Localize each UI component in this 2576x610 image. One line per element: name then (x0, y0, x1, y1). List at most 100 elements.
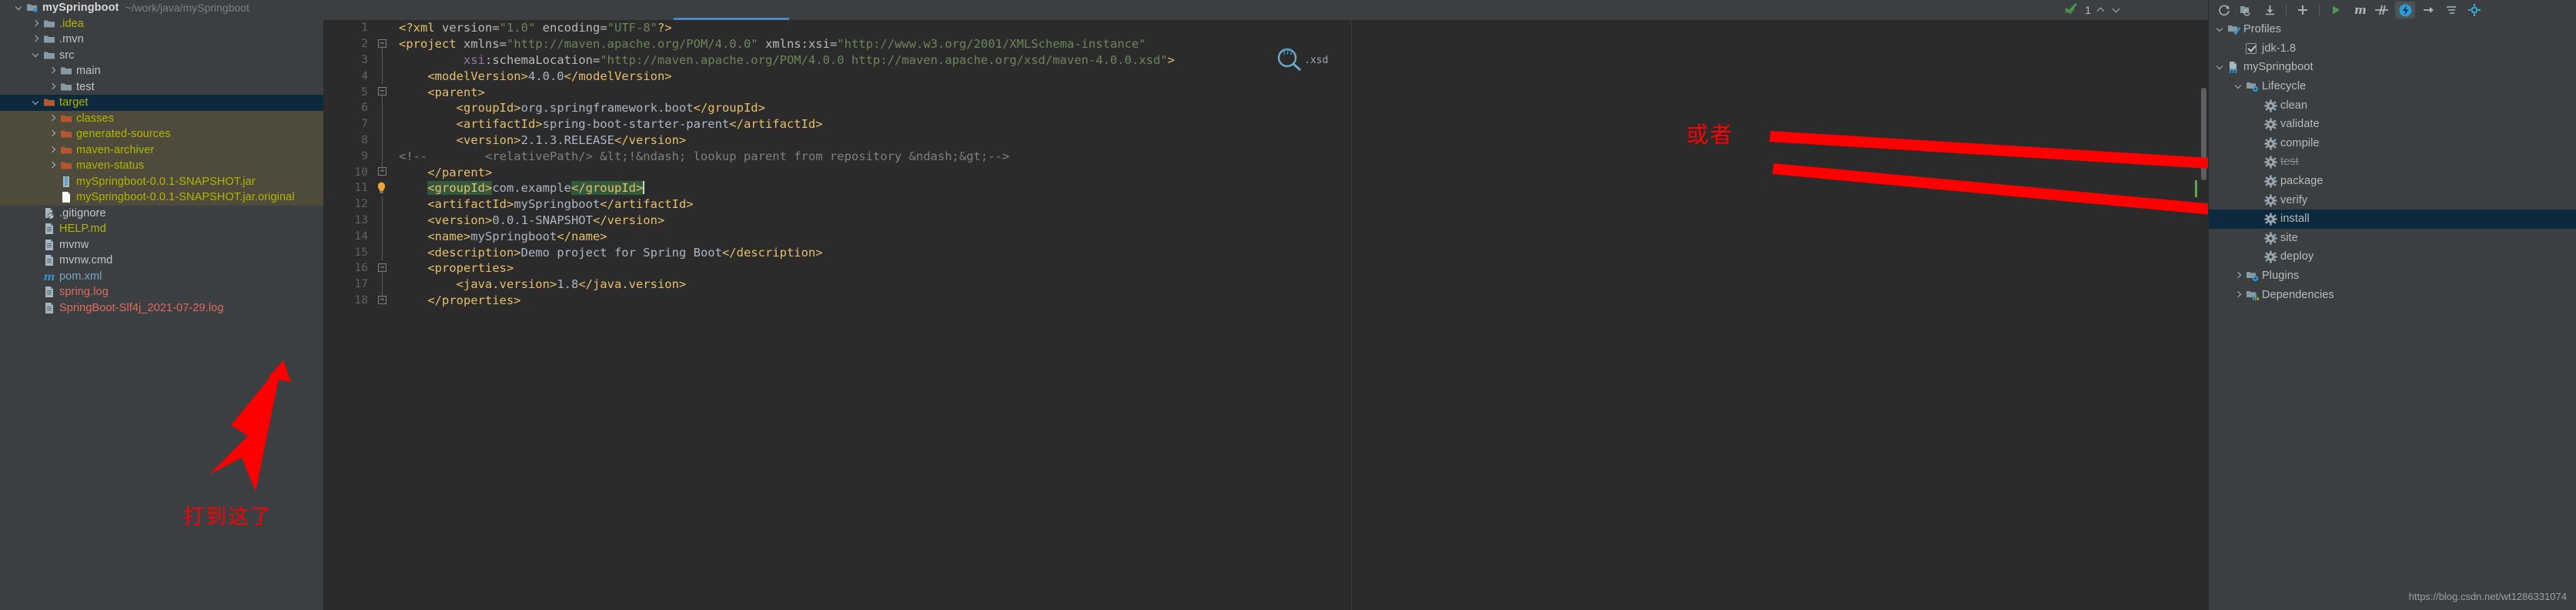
reload-all-maven-projects-icon[interactable] (2213, 2, 2233, 18)
tree-row-help-md[interactable]: HELP.md (0, 221, 323, 237)
generate-sources-icon[interactable] (2236, 2, 2257, 18)
code-line[interactable]: 16− <properties> (323, 260, 2208, 277)
code-line[interactable]: 8 <version>2.1.3.RELEASE</version> (323, 132, 2208, 149)
code-line[interactable]: 1 <?xml version="1.0" encoding="UTF-8"?> (323, 20, 2208, 36)
collapse-all-icon[interactable] (2441, 2, 2461, 18)
chevron-right-icon[interactable] (48, 129, 58, 139)
maven-tree-item-plugins[interactable]: Plugins (2209, 266, 2576, 286)
maven-tree-item-package[interactable]: package (2209, 172, 2576, 191)
chevron-right-icon[interactable] (48, 113, 58, 123)
code-line[interactable]: 2− <project xmlns="http://maven.apache.or… (323, 36, 2208, 52)
tree-row-myspringboot-0-0-1-snapshot-jar[interactable]: mySpringboot-0.0.1-SNAPSHOT.jar (0, 173, 323, 189)
chevron-down-icon[interactable] (2233, 82, 2243, 92)
execute-maven-goal-icon[interactable]: m (2349, 2, 2369, 18)
tree-row-src[interactable]: src (0, 48, 323, 64)
previous-highlight-icon[interactable] (2096, 5, 2106, 15)
toolbar-separator (2286, 4, 2287, 16)
tree-row-mvnw[interactable]: mvnw (0, 237, 323, 253)
chevron-down-icon[interactable] (31, 50, 41, 60)
tree-row-generated-sources[interactable]: generated-sources (0, 126, 323, 142)
chevron-right-icon[interactable] (31, 35, 41, 45)
right-margin-guide (1351, 20, 1352, 610)
code-text: <project xmlns="http://maven.apache.org/… (399, 37, 1146, 52)
code-text: <name>mySpringboot</name> (427, 229, 607, 243)
next-highlight-icon[interactable] (2112, 5, 2122, 15)
maven-tree-item-site[interactable]: site (2209, 229, 2576, 248)
chevron-right-icon[interactable] (2233, 271, 2243, 281)
code-line[interactable]: 18− </properties> (323, 292, 2208, 309)
maven-tree-item-compile[interactable]: compile (2209, 134, 2576, 153)
maven-tree-item-deploy[interactable]: deploy (2209, 247, 2576, 266)
code-line[interactable]: 9 <!-- <relativePath/> &lt;!&ndash; looku… (323, 148, 2208, 165)
maven-tree-item-verify[interactable]: verify (2209, 190, 2576, 209)
file-icon (43, 302, 55, 314)
maven-tree-item-install[interactable]: install (2209, 209, 2576, 229)
download-sources-icon[interactable] (2260, 2, 2280, 18)
tree-row-test[interactable]: test (0, 79, 323, 96)
expand-all-icon[interactable] (2418, 2, 2438, 18)
profile-checkbox[interactable] (2246, 42, 2257, 54)
chevron-right-icon[interactable] (31, 18, 41, 28)
chevron-down-icon[interactable] (2215, 62, 2225, 72)
code-line[interactable]: 11 <groupId>com.example</groupId> (323, 180, 2208, 196)
maven-tree-item-profiles[interactable]: Profiles (2209, 20, 2576, 39)
add-maven-project-icon[interactable] (2293, 2, 2313, 18)
chevron-right-icon[interactable] (48, 145, 58, 155)
tree-row-springboot-slf4j-2021-07-29-log[interactable]: SpringBoot-Slf4j_2021-07-29.log (0, 300, 323, 317)
chevron-right-icon[interactable] (48, 161, 58, 171)
code-line[interactable]: 14 <name>mySpringboot</name> (323, 228, 2208, 245)
maven-tree-item-dependencies[interactable]: Dependencies (2209, 285, 2576, 304)
code-line[interactable]: 5− <parent> (323, 84, 2208, 100)
maven-tree-item-myspringboot[interactable]: m mySpringboot (2209, 58, 2576, 77)
maven-tree-item-clean[interactable]: clean (2209, 96, 2576, 115)
tree-row-root[interactable]: mySpringboot ~/work/java/mySpringboot (0, 0, 323, 16)
chevron-right-icon[interactable] (48, 82, 58, 92)
tree-item-label: spring.log (59, 286, 109, 299)
code-line[interactable]: 13 <version>0.0.1-SNAPSHOT</version> (323, 212, 2208, 229)
maven-item-label: test (2280, 156, 2299, 169)
chevron-down-icon[interactable] (14, 3, 24, 13)
tree-row-spring-log[interactable]: spring.log (0, 284, 323, 300)
tree-row-maven-archiver[interactable]: maven-archiver (0, 142, 323, 158)
toggle-skip-tests-icon[interactable] (2372, 2, 2392, 18)
tree-row-myspringboot-0-0-1-snapshot-jar-original[interactable]: mySpringboot-0.0.1-SNAPSHOT.jar.original (0, 189, 323, 206)
run-maven-build-icon[interactable] (2326, 2, 2346, 18)
editor-scrollbar-thumb[interactable] (2201, 88, 2206, 180)
code-line[interactable]: 15 <description>Demo project for Spring … (323, 244, 2208, 260)
maven-tree-item-test[interactable]: test (2209, 152, 2576, 172)
code-line[interactable]: 10− </parent> (323, 164, 2208, 180)
tree-row-maven-status[interactable]: maven-status (0, 158, 323, 174)
tree-row-target[interactable]: target (0, 95, 323, 111)
tree-row-idea[interactable]: .idea (0, 16, 323, 32)
chevron-down-icon[interactable] (2215, 25, 2225, 35)
tree-row-main[interactable]: main (0, 63, 323, 79)
chevron-right-icon[interactable] (2233, 290, 2243, 300)
tree-row-pom-xml[interactable]: m pom.xml (0, 269, 323, 285)
code-line[interactable]: 6 <groupId>org.springframework.boot</gro… (323, 99, 2208, 116)
tree-row-gitignore[interactable]: .gitignore (0, 206, 323, 222)
tree-row-classes[interactable]: classes (0, 110, 323, 126)
file-icon (43, 286, 55, 298)
inspection-widget[interactable]: 1 (2064, 2, 2122, 18)
tree-row-mvn[interactable]: .mvn (0, 32, 323, 48)
maven-tree-item-jdk-1-8[interactable]: jdk-1.8 (2209, 39, 2576, 59)
code-line[interactable]: 12 <artifactId>mySpringboot</artifactId> (323, 196, 2208, 213)
tree-row-mvnw-cmd[interactable]: mvnw.cmd (0, 253, 323, 269)
code-line[interactable]: 17 <java.version>1.8</java.version> (323, 276, 2208, 293)
code-line[interactable]: 7 <artifactId>spring-boot-starter-parent… (323, 116, 2208, 132)
code-line[interactable]: 3 xsi:schemaLocation="http://maven.apach… (323, 52, 2208, 69)
show-dependencies-icon[interactable] (2395, 2, 2415, 18)
settings-gear-icon[interactable] (2464, 2, 2484, 18)
code-line[interactable]: 4 <modelVersion>4.0.0</modelVersion> (323, 68, 2208, 85)
maven-tree-item-validate[interactable]: validate (2209, 115, 2576, 134)
fold-gutter (374, 116, 391, 132)
chevron-down-icon[interactable] (31, 98, 41, 108)
code-content[interactable]: 1 <?xml version="1.0" encoding="UTF-8"?> 2… (323, 20, 2208, 610)
fold-region-line (382, 148, 383, 165)
maven-tree-item-lifecycle[interactable]: Lifecycle (2209, 77, 2576, 96)
chevron-right-icon[interactable] (48, 66, 58, 76)
fold-gutter (374, 244, 391, 260)
